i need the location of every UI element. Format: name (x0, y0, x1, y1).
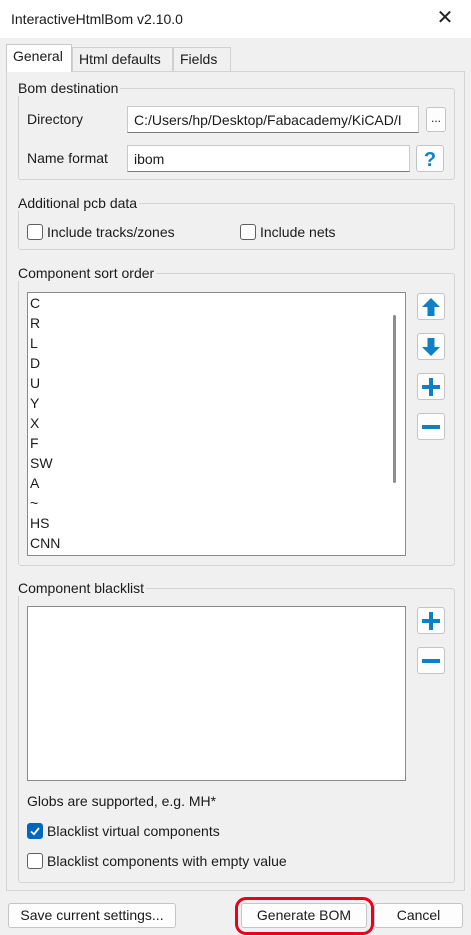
list-item[interactable]: HS (28, 513, 405, 533)
blacklist-list[interactable] (27, 606, 406, 781)
tab-fields-label: Fields (180, 51, 218, 67)
list-item[interactable]: F (28, 433, 405, 453)
globs-note: Globs are supported, e.g. MH* (27, 793, 217, 809)
name-format-label: Name format (27, 150, 108, 166)
list-item[interactable]: SW (28, 453, 405, 473)
general-panel: Bom destination Directory C:/Users/hp/De… (6, 71, 465, 891)
help-button[interactable]: ? (416, 145, 444, 172)
svg-text:?: ? (424, 149, 436, 171)
include-nets-label: Include nets (260, 224, 336, 240)
move-up-button[interactable] (417, 293, 445, 320)
plus-icon (422, 611, 440, 630)
minus-icon (422, 658, 440, 663)
remove-sort-button[interactable] (417, 413, 445, 440)
blacklist-empty-checkbox[interactable]: Blacklist components with empty value (27, 853, 287, 869)
list-item[interactable]: A (28, 473, 405, 493)
tab-html-defaults[interactable]: Html defaults (72, 47, 173, 71)
add-blacklist-button[interactable] (417, 607, 445, 634)
sort-order-legend: Component sort order (18, 265, 155, 281)
list-item[interactable]: L (28, 333, 405, 353)
list-item[interactable]: CNN (28, 533, 405, 553)
include-tracks-label: Include tracks/zones (47, 224, 175, 240)
list-scrollbar[interactable] (393, 315, 396, 483)
arrow-up-icon (422, 297, 440, 316)
list-item[interactable]: U (28, 373, 405, 393)
list-item[interactable]: D (28, 353, 405, 373)
blacklist-virtual-box[interactable] (27, 823, 43, 839)
list-item[interactable]: R (28, 313, 405, 333)
blacklist-legend: Component blacklist (18, 580, 145, 596)
blacklist-virtual-checkbox[interactable]: Blacklist virtual components (27, 823, 220, 839)
window-title: InteractiveHtmlBom v2.10.0 (11, 11, 183, 27)
tab-fields[interactable]: Fields (173, 47, 231, 71)
directory-label: Directory (27, 111, 84, 127)
blacklist-empty-label: Blacklist components with empty value (47, 853, 287, 869)
name-format-input[interactable]: ibom (127, 145, 410, 172)
directory-input[interactable]: C:/Users/hp/Desktop/Fabacademy/KiCAD/I (127, 106, 419, 133)
checkmark-icon (30, 827, 40, 836)
sort-order-list[interactable]: C R L D U Y X F SW A ~ HS CNN (27, 292, 406, 556)
list-item[interactable]: Y (28, 393, 405, 413)
list-item[interactable]: X (28, 413, 405, 433)
save-settings-button[interactable]: Save current settings... (8, 903, 176, 928)
list-item[interactable]: ~ (28, 493, 405, 513)
list-item[interactable]: C (28, 293, 405, 313)
add-sort-button[interactable] (417, 373, 445, 400)
additional-pcb-group: Additional pcb data (18, 195, 455, 250)
bom-destination-legend: Bom destination (18, 80, 119, 96)
blacklist-empty-box[interactable] (27, 853, 43, 869)
blacklist-virtual-label: Blacklist virtual components (47, 823, 220, 839)
cancel-button[interactable]: Cancel (374, 903, 463, 928)
arrow-down-icon (422, 337, 440, 356)
include-tracks-checkbox[interactable]: Include tracks/zones (27, 224, 175, 240)
plus-icon (422, 377, 440, 396)
additional-pcb-legend: Additional pcb data (18, 195, 138, 211)
include-tracks-box[interactable] (27, 224, 43, 240)
include-nets-checkbox[interactable]: Include nets (240, 224, 336, 240)
title-bar: InteractiveHtmlBom v2.10.0 ✕ (0, 0, 471, 38)
generate-highlight-ring (235, 897, 374, 935)
tab-general[interactable]: General (6, 44, 72, 72)
browse-button[interactable]: ... (426, 107, 446, 132)
move-down-button[interactable] (417, 333, 445, 360)
tab-html-defaults-label: Html defaults (79, 51, 161, 67)
remove-blacklist-button[interactable] (417, 647, 445, 674)
include-nets-box[interactable] (240, 224, 256, 240)
minus-icon (422, 424, 440, 429)
close-icon[interactable]: ✕ (433, 6, 457, 30)
tab-general-label: General (13, 48, 63, 64)
help-icon: ? (424, 149, 436, 171)
